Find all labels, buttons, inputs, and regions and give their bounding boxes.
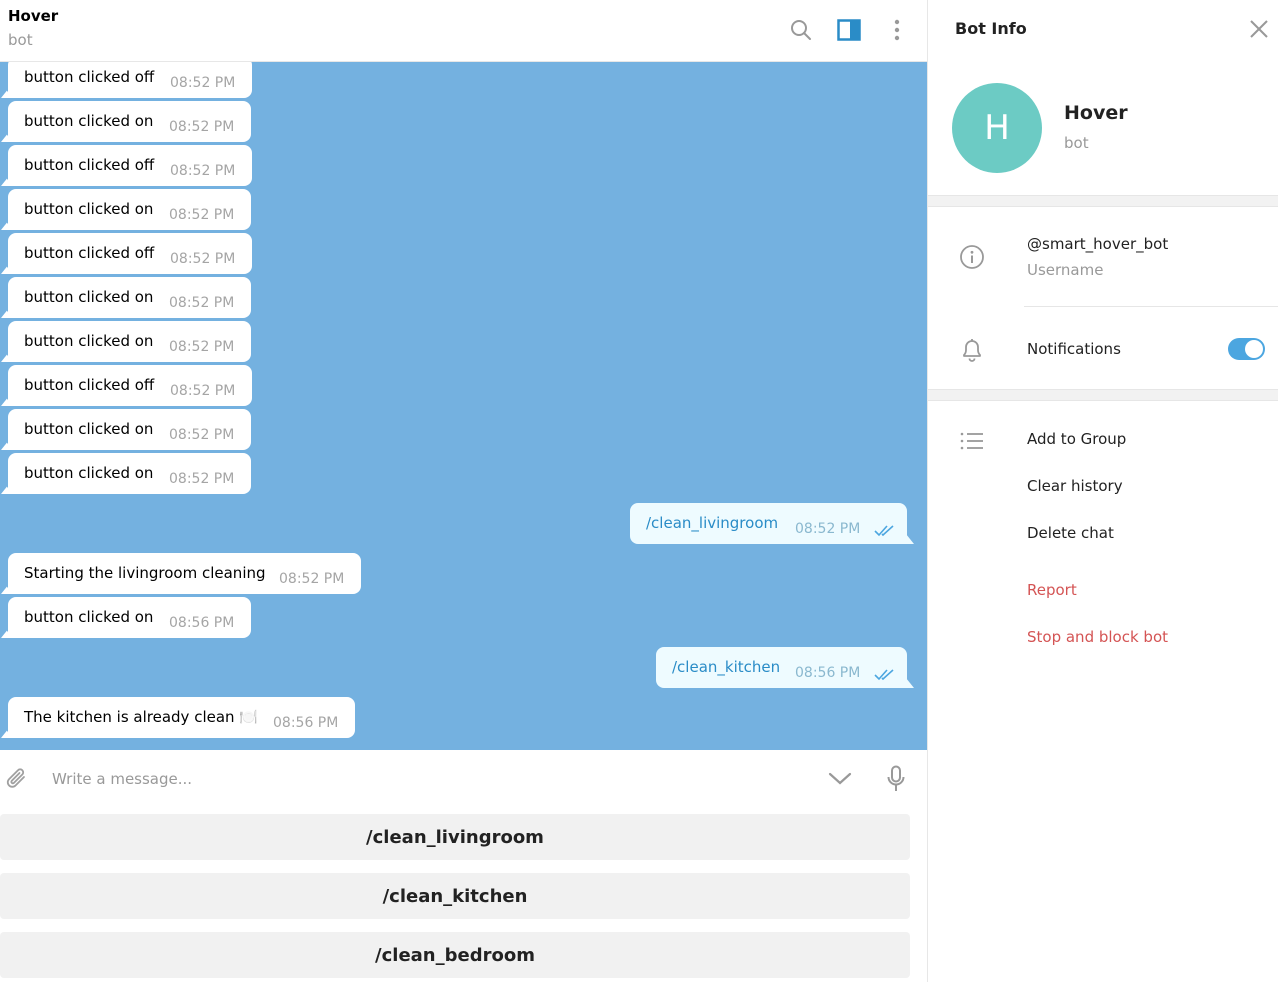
message-bubble[interactable]: button clicked on 08:52 PM: [8, 409, 251, 450]
search-icon[interactable]: [787, 16, 815, 44]
message-text: button clicked on: [24, 288, 154, 306]
message-time: 08:52 PM: [169, 207, 235, 223]
message-bubble[interactable]: button clicked off 08:52 PM: [8, 62, 252, 98]
message-bubble[interactable]: Starting the livingroom cleaning 08:52 P…: [8, 553, 361, 594]
info-icon: [958, 243, 986, 271]
message-bubble[interactable]: button clicked on 08:56 PM: [8, 597, 251, 638]
sidebar-toggle-icon[interactable]: [835, 16, 863, 44]
message-bubble[interactable]: The kitchen is already clean 🍽️ 08:56 PM: [8, 697, 355, 738]
keyboard-button-clean-kitchen[interactable]: /clean_kitchen: [0, 873, 910, 919]
message-text: button clicked on: [24, 608, 154, 626]
notifications-label: Notifications: [1027, 340, 1121, 358]
bot-subtitle: bot: [1064, 134, 1089, 152]
bot-username[interactable]: @smart_hover_bot: [1027, 235, 1168, 253]
message-bubble-outgoing[interactable]: /clean_livingroom 08:52 PM: [630, 503, 907, 544]
message-bubble[interactable]: button clicked on 08:52 PM: [8, 189, 251, 230]
message-time: 08:52 PM: [169, 119, 235, 135]
message-text[interactable]: /clean_kitchen: [672, 658, 780, 676]
bell-icon: [958, 336, 986, 364]
message-text: Starting the livingroom cleaning: [24, 564, 266, 582]
message-time: 08:52 PM: [169, 295, 235, 311]
microphone-icon[interactable]: [881, 764, 911, 794]
message-text: button clicked on: [24, 200, 154, 218]
message-bubble[interactable]: button clicked on 08:52 PM: [8, 453, 251, 494]
keyboard-button-clean-bedroom[interactable]: /clean_bedroom: [0, 932, 910, 978]
chevron-down-icon[interactable]: [825, 764, 855, 794]
add-to-group-button[interactable]: Add to Group: [1027, 430, 1126, 448]
message-time: 08:52 PM: [170, 163, 236, 179]
keyboard-button-label: /clean_livingroom: [366, 826, 544, 848]
section-divider: [928, 195, 1278, 207]
row-divider: [1024, 306, 1278, 307]
chat-column: Hover bot button clicked off 08:52 PM bu…: [0, 0, 927, 982]
message-time: 08:52 PM: [169, 339, 235, 355]
keyboard-button-label: /clean_kitchen: [382, 885, 528, 907]
keyboard-button-label: /clean_bedroom: [375, 944, 535, 966]
double-check-icon: [874, 525, 894, 537]
close-icon[interactable]: [1246, 16, 1272, 42]
message-text: button clicked off: [24, 244, 155, 262]
message-bubble[interactable]: button clicked on 08:52 PM: [8, 101, 251, 142]
message-text: button clicked on: [24, 332, 154, 350]
avatar[interactable]: H: [952, 83, 1042, 173]
delete-chat-button[interactable]: Delete chat: [1027, 524, 1114, 542]
message-time: 08:52 PM: [170, 75, 236, 91]
message-time: 08:52 PM: [169, 471, 235, 487]
message-bubble[interactable]: button clicked off 08:52 PM: [8, 145, 252, 186]
list-icon: [958, 427, 986, 455]
bot-name: Hover: [1064, 102, 1128, 124]
panel-title: Bot Info: [955, 19, 1027, 38]
message-time: 08:52 PM: [279, 571, 345, 587]
message-text: button clicked on: [24, 420, 154, 438]
double-check-icon: [874, 669, 894, 681]
chat-subtitle: bot: [8, 31, 33, 49]
message-text: button clicked off: [24, 68, 155, 86]
message-time: 08:52 PM: [170, 251, 236, 267]
message-text[interactable]: /clean_livingroom: [646, 514, 778, 532]
chat-header: Hover bot: [0, 0, 927, 62]
message-text: button clicked on: [24, 464, 154, 482]
attach-icon[interactable]: [2, 764, 32, 794]
message-time: 08:56 PM: [273, 715, 339, 731]
message-bubble-outgoing[interactable]: /clean_kitchen 08:56 PM: [656, 647, 907, 688]
message-bubble[interactable]: button clicked on 08:52 PM: [8, 321, 251, 362]
chat-title[interactable]: Hover: [8, 7, 58, 25]
message-time: 08:56 PM: [169, 615, 235, 631]
stop-and-block-bot-button[interactable]: Stop and block bot: [1027, 628, 1168, 646]
message-text: button clicked off: [24, 156, 155, 174]
section-divider: [928, 389, 1278, 401]
bot-info-panel: Bot Info H Hover bot @smart_hover_bot Us…: [927, 0, 1278, 982]
keyboard-button-clean-livingroom[interactable]: /clean_livingroom: [0, 814, 910, 860]
message-text: button clicked off: [24, 376, 155, 394]
message-text: button clicked on: [24, 112, 154, 130]
message-text: The kitchen is already clean 🍽️: [24, 708, 258, 726]
message-bubble[interactable]: button clicked off 08:52 PM: [8, 365, 252, 406]
notifications-toggle[interactable]: [1228, 338, 1265, 360]
message-time: 08:52 PM: [795, 521, 861, 537]
username-label: Username: [1027, 261, 1104, 279]
clear-history-button[interactable]: Clear history: [1027, 477, 1123, 495]
message-composer: [0, 750, 927, 808]
message-list[interactable]: button clicked off 08:52 PM button click…: [0, 62, 927, 750]
report-button[interactable]: Report: [1027, 581, 1077, 599]
message-bubble[interactable]: button clicked off 08:52 PM: [8, 233, 252, 274]
message-time: 08:52 PM: [170, 383, 236, 399]
telegram-window: Hover bot button clicked off 08:52 PM bu…: [0, 0, 1278, 982]
more-vertical-icon[interactable]: [883, 16, 911, 44]
message-input[interactable]: [52, 767, 792, 791]
message-time: 08:56 PM: [795, 665, 861, 681]
message-bubble[interactable]: button clicked on 08:52 PM: [8, 277, 251, 318]
message-time: 08:52 PM: [169, 427, 235, 443]
